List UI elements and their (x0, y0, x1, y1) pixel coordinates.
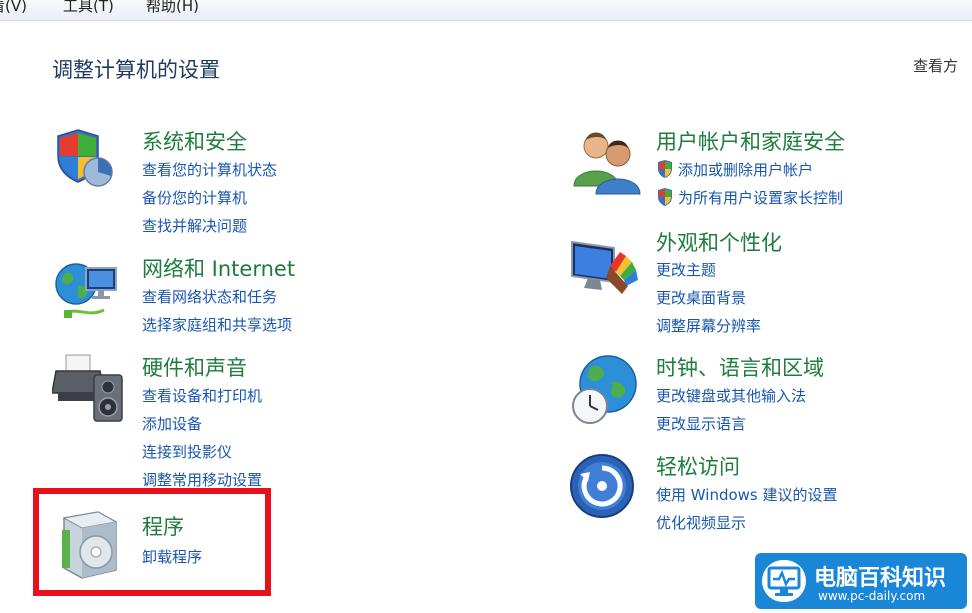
security-shield-icon (57, 129, 113, 187)
link-devices-printers[interactable]: 查看设备和打印机 (142, 385, 262, 406)
watermark-title: 电脑百科知识 (814, 566, 947, 591)
link-connect-projector[interactable]: 连接到投影仪 (142, 441, 232, 462)
link-windows-recommended[interactable]: 使用 Windows 建议的设置 (656, 484, 838, 505)
link-mobility-settings[interactable]: 调整常用移动设置 (142, 469, 262, 490)
monitor-palette-icon (571, 240, 638, 294)
monitor-logo-icon (767, 566, 801, 596)
ease-of-access-icon (570, 454, 634, 518)
users-icon (573, 132, 641, 195)
watermark-logo (762, 560, 806, 602)
link-add-remove-accounts[interactable]: 添加或删除用户帐户 (678, 159, 813, 180)
link-backup-computer[interactable]: 备份您的计算机 (142, 187, 247, 208)
category-ease-of-access[interactable]: 轻松访问 (656, 451, 740, 481)
category-user-accounts[interactable]: 用户帐户和家庭安全 (656, 126, 845, 156)
link-add-device[interactable]: 添加设备 (142, 413, 202, 434)
link-change-display-language[interactable]: 更改显示语言 (656, 413, 746, 434)
link-parental-controls[interactable]: 为所有用户设置家长控制 (678, 187, 843, 208)
category-clock-language-region[interactable]: 时钟、语言和区域 (656, 352, 824, 382)
menu-help[interactable]: 帮助(H) (146, 0, 199, 16)
uac-shield-icon (658, 160, 672, 178)
highlight-box (33, 488, 271, 596)
menu-bar: 看(V) 工具(T) 帮助(H) (0, 0, 972, 21)
link-find-fix-problems[interactable]: 查找并解决问题 (142, 215, 247, 236)
link-change-keyboard-input[interactable]: 更改键盘或其他输入法 (656, 385, 806, 406)
menu-view[interactable]: 看(V) (0, 0, 27, 16)
link-view-network-status[interactable]: 查看网络状态和任务 (142, 286, 277, 307)
link-optimize-visual-display[interactable]: 优化视频显示 (656, 512, 746, 533)
view-by-label[interactable]: 查看方 (913, 55, 958, 76)
link-view-computer-status[interactable]: 查看您的计算机状态 (142, 159, 277, 180)
category-network-internet[interactable]: 网络和 Internet (142, 253, 295, 283)
network-globe-icon (55, 263, 117, 318)
watermark-url: www.pc-daily.com (818, 589, 926, 603)
link-change-desktop-background[interactable]: 更改桌面背景 (656, 287, 746, 308)
page-title: 调整计算机的设置 (52, 58, 220, 82)
category-appearance[interactable]: 外观和个性化 (656, 227, 782, 257)
link-adjust-resolution[interactable]: 调整屏幕分辨率 (656, 315, 761, 336)
globe-clock-icon (572, 355, 637, 424)
category-system-security[interactable]: 系统和安全 (142, 126, 247, 156)
link-change-theme[interactable]: 更改主题 (656, 259, 716, 280)
menu-tools[interactable]: 工具(T) (63, 0, 114, 16)
uac-shield-icon (658, 188, 672, 206)
printer-speaker-icon (52, 354, 123, 422)
link-homegroup-sharing[interactable]: 选择家庭组和共享选项 (142, 314, 292, 335)
category-hardware-sound[interactable]: 硬件和声音 (142, 352, 247, 382)
